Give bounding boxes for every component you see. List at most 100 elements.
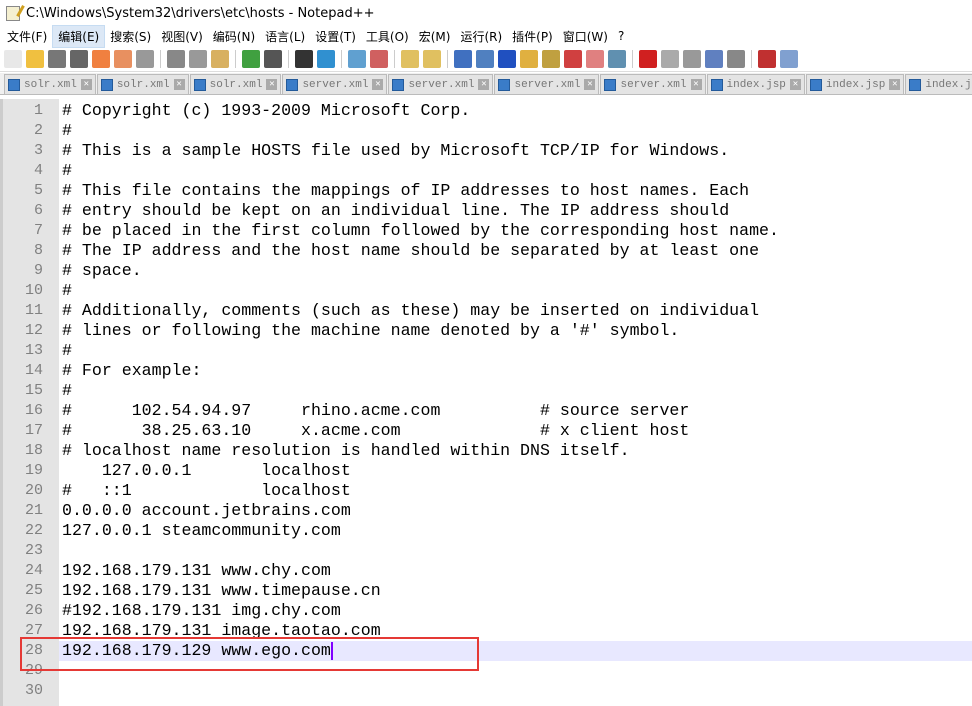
line-text: 127.0.0.1 localhost: [62, 461, 351, 480]
code-line[interactable]: # 38.25.63.10 x.acme.com # x client host: [59, 421, 972, 441]
function-list-icon[interactable]: [564, 49, 582, 68]
run-macro-multiple-icon[interactable]: [705, 49, 723, 68]
close-tab-icon[interactable]: ✕: [789, 79, 801, 90]
code-line[interactable]: # This is a sample HOSTS file used by Mi…: [59, 141, 972, 161]
copy-icon[interactable]: [189, 49, 207, 68]
menu-item[interactable]: 窗口(W): [558, 26, 613, 47]
close-tab-icon[interactable]: ✕: [889, 79, 901, 90]
file-tab[interactable]: server.xml ✕: [494, 74, 600, 94]
code-line[interactable]: # be placed in the first column followed…: [59, 221, 972, 241]
line-number: 26: [24, 602, 43, 619]
code-line[interactable]: [59, 681, 972, 701]
print-icon[interactable]: [136, 49, 154, 68]
code-line[interactable]: # 102.54.94.97 rhino.acme.com # source s…: [59, 401, 972, 421]
code-line[interactable]: 192.168.179.131 www.chy.com: [59, 561, 972, 581]
play-macro-icon[interactable]: [683, 49, 701, 68]
menu-item[interactable]: 工具(O): [361, 26, 414, 47]
save-icon[interactable]: [48, 49, 66, 68]
tab-label: index.jsp: [726, 78, 786, 91]
menu-item[interactable]: 编辑(E): [52, 24, 106, 48]
record-macro-icon[interactable]: [639, 49, 657, 68]
paste-icon[interactable]: [211, 49, 229, 68]
close-icon[interactable]: [92, 49, 110, 68]
close-tab-icon[interactable]: ✕: [372, 79, 384, 90]
monitoring-icon[interactable]: [608, 49, 626, 68]
file-tab[interactable]: server.xml ✕: [600, 74, 706, 94]
code-line[interactable]: #192.168.179.131 img.chy.com: [59, 601, 972, 621]
line-text: #: [62, 381, 72, 400]
tab-label: server.xml: [620, 78, 687, 91]
editor[interactable]: 1 2 3 4 5 6 7 8 9 10 11 12 13 14 15 16 17 18 19 20 21 22 23 24 2…: [0, 99, 972, 706]
code-line[interactable]: 192.168.179.131 www.timepause.cn: [59, 581, 972, 601]
menu-item[interactable]: 搜索(S): [105, 26, 156, 47]
open-file-icon[interactable]: [26, 49, 44, 68]
indent-guide-icon[interactable]: [498, 49, 516, 68]
redo-icon[interactable]: [264, 49, 282, 68]
file-tab[interactable]: solr.xml ✕: [189, 74, 282, 94]
zoom-in-icon[interactable]: [348, 49, 366, 68]
close-tab-icon[interactable]: ✕: [173, 79, 185, 90]
doc-map-icon[interactable]: [542, 49, 560, 68]
menu-item[interactable]: 设置(T): [310, 26, 361, 47]
menu-item[interactable]: 文件(F): [2, 26, 52, 47]
code-line[interactable]: # For example:: [59, 361, 972, 381]
code-line[interactable]: # Copyright (c) 1993-2009 Microsoft Corp…: [59, 101, 972, 121]
close-tab-icon[interactable]: ✕: [584, 79, 596, 90]
code-area[interactable]: # Copyright (c) 1993-2009 Microsoft Corp…: [59, 99, 972, 706]
show-all-chars-icon[interactable]: [476, 49, 494, 68]
code-line[interactable]: # localhost name resolution is handled w…: [59, 441, 972, 461]
code-line[interactable]: # lines or following the machine name de…: [59, 321, 972, 341]
menu-item[interactable]: 运行(R): [455, 26, 507, 47]
code-line[interactable]: #: [59, 341, 972, 361]
save-all-icon[interactable]: [70, 49, 88, 68]
code-line[interactable]: 0.0.0.0 account.jetbrains.com: [59, 501, 972, 521]
close-all-icon[interactable]: [114, 49, 132, 68]
code-line[interactable]: # The IP address and the host name shoul…: [59, 241, 972, 261]
toolbar-separator: [394, 49, 395, 68]
menu-item[interactable]: 编码(N): [208, 26, 260, 47]
close-tab-icon[interactable]: ✕: [690, 79, 702, 90]
language-icon[interactable]: [520, 49, 538, 68]
code-line[interactable]: #: [59, 381, 972, 401]
file-tab[interactable]: solr.xml ✕: [96, 74, 189, 94]
file-tab[interactable]: solr.xml ✕: [4, 74, 96, 94]
code-line[interactable]: # entry should be kept on an individual …: [59, 201, 972, 221]
file-tab[interactable]: index.jsp✕: [905, 74, 972, 94]
menu-item[interactable]: 语言(L): [260, 26, 310, 47]
file-tab[interactable]: index.jsp✕: [805, 74, 905, 94]
code-line[interactable]: 127.0.0.1 steamcommunity.com: [59, 521, 972, 541]
sync-vertical-icon[interactable]: [401, 49, 419, 68]
close-tab-icon[interactable]: ✕: [80, 79, 92, 90]
code-line[interactable]: # space.: [59, 261, 972, 281]
word-wrap-icon[interactable]: [454, 49, 472, 68]
code-line[interactable]: #: [59, 281, 972, 301]
replace-icon[interactable]: [317, 49, 335, 68]
file-tab[interactable]: server.xml ✕: [282, 74, 388, 94]
close-tab-icon[interactable]: ✕: [478, 79, 490, 90]
zoom-out-icon[interactable]: [370, 49, 388, 68]
new-file-icon[interactable]: [4, 49, 22, 68]
menu-item[interactable]: 宏(M): [414, 26, 456, 47]
code-line[interactable]: #: [59, 161, 972, 181]
code-line[interactable]: [59, 541, 972, 561]
folder-workspace-icon[interactable]: [586, 49, 604, 68]
undo-icon[interactable]: [242, 49, 260, 68]
file-tab[interactable]: server.xml ✕: [388, 74, 494, 94]
cut-icon[interactable]: [167, 49, 185, 68]
file-tab[interactable]: index.jsp✕: [706, 74, 805, 94]
find-icon[interactable]: [295, 49, 313, 68]
highlight-icon[interactable]: [780, 49, 798, 68]
code-line[interactable]: # ::1 localhost: [59, 481, 972, 501]
code-line[interactable]: # Additionally, comments (such as these)…: [59, 301, 972, 321]
menu-item[interactable]: 视图(V): [156, 26, 208, 47]
menu-item[interactable]: ?: [613, 27, 629, 45]
code-line[interactable]: # This file contains the mappings of IP …: [59, 181, 972, 201]
close-tab-icon[interactable]: ✕: [266, 79, 278, 90]
sync-horizontal-icon[interactable]: [423, 49, 441, 68]
save-macro-icon[interactable]: [727, 49, 745, 68]
stop-record-icon[interactable]: [661, 49, 679, 68]
code-line[interactable]: #: [59, 121, 972, 141]
code-line[interactable]: 127.0.0.1 localhost: [59, 461, 972, 481]
spell-check-icon[interactable]: [758, 49, 776, 68]
menu-item[interactable]: 插件(P): [507, 26, 558, 47]
